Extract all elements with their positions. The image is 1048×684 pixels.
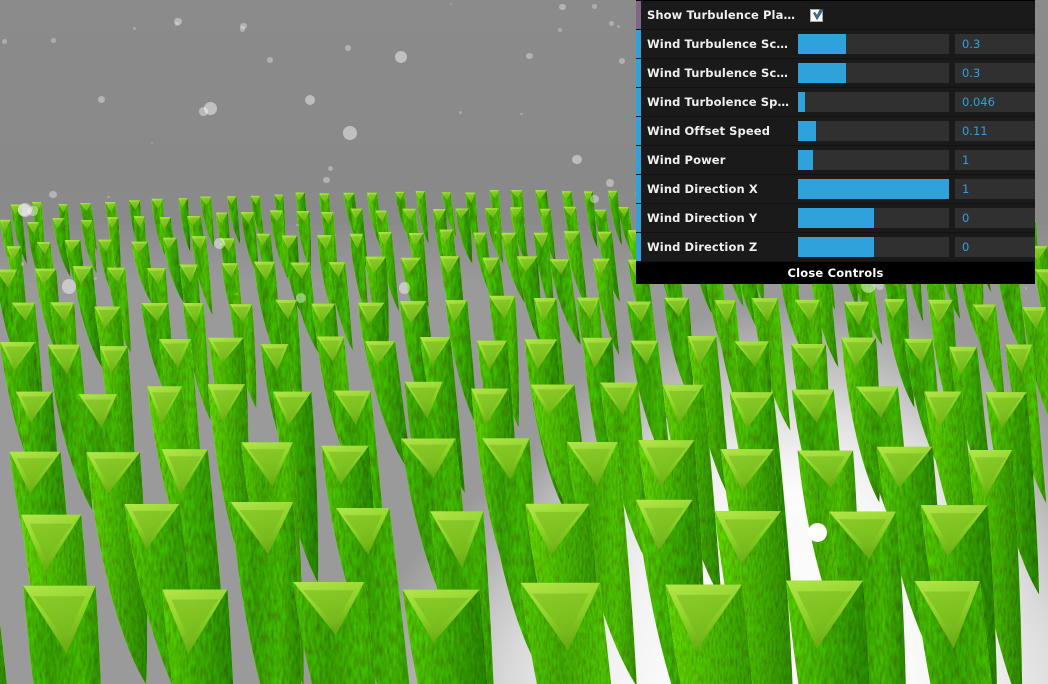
slider-track[interactable] bbox=[798, 121, 949, 141]
row-marker bbox=[636, 1, 641, 29]
row-wind-turbulence-scale-x[interactable]: Wind Turbulence Scale X 0.3 bbox=[636, 30, 1035, 59]
row-wind-direction-x[interactable]: Wind Direction X 1 bbox=[636, 175, 1035, 204]
slider-fill bbox=[798, 121, 817, 141]
slider-fill bbox=[798, 92, 805, 112]
slider-label: Wind Direction X bbox=[647, 182, 758, 196]
grass-blade bbox=[786, 580, 870, 684]
slider-fill bbox=[798, 63, 847, 83]
application-window: Show Turbulence Plane Wind Turbulence Sc… bbox=[0, 0, 1048, 684]
row-wind-direction-y[interactable]: Wind Direction Y 0 bbox=[636, 204, 1035, 233]
grass-blade bbox=[178, 198, 191, 252]
slider-value[interactable]: 0.3 bbox=[954, 63, 1035, 83]
row-marker bbox=[636, 59, 641, 87]
grass-blade bbox=[402, 589, 488, 684]
controls-panel[interactable]: Show Turbulence Plane Wind Turbulence Sc… bbox=[636, 0, 1035, 284]
row-marker bbox=[636, 146, 641, 174]
row-wind-offset-speed[interactable]: Wind Offset Speed 0.11 bbox=[636, 117, 1035, 146]
slider-rows-container: Wind Turbulence Scale X 0.3 Wind Turbulenc… bbox=[636, 30, 1035, 262]
row-marker bbox=[636, 233, 641, 261]
grass-blade bbox=[583, 191, 598, 249]
slider-value[interactable]: 1 bbox=[954, 150, 1035, 170]
slider-fill bbox=[798, 179, 949, 199]
slider-label: Wind Offset Speed bbox=[647, 124, 771, 138]
slider-track[interactable] bbox=[798, 34, 949, 54]
slider-track[interactable] bbox=[798, 150, 949, 170]
slider-label: Wind Power bbox=[647, 153, 726, 167]
row-marker bbox=[636, 88, 641, 116]
slider-label: Wind Direction Z bbox=[647, 240, 758, 254]
slider-label: Wind Turbulence Scale Y bbox=[647, 66, 794, 80]
checkbox-checked-icon[interactable] bbox=[810, 8, 824, 22]
slider-label: Wind Turbolence Speed bbox=[647, 95, 794, 109]
row-marker bbox=[636, 175, 641, 203]
grass-blade bbox=[162, 589, 234, 684]
slider-track[interactable] bbox=[798, 92, 949, 112]
grass-blade bbox=[0, 623, 7, 684]
slider-track[interactable] bbox=[798, 237, 949, 257]
grass-blade bbox=[230, 501, 301, 684]
slider-value[interactable]: 0.11 bbox=[954, 121, 1035, 141]
row-show-turbulence-plane[interactable]: Show Turbulence Plane bbox=[636, 1, 1035, 30]
slider-fill bbox=[798, 150, 814, 170]
slider-value[interactable]: 0.3 bbox=[954, 34, 1035, 54]
close-controls-button[interactable]: Close Controls bbox=[636, 262, 1035, 284]
row-wind-power[interactable]: Wind Power 1 bbox=[636, 146, 1035, 175]
row-marker bbox=[636, 204, 641, 232]
grass-blade bbox=[23, 585, 101, 684]
slider-fill bbox=[798, 237, 874, 257]
slider-fill bbox=[798, 208, 874, 228]
slider-track[interactable] bbox=[798, 63, 949, 83]
slider-track[interactable] bbox=[798, 179, 949, 199]
slider-value[interactable]: 0.046 bbox=[954, 92, 1035, 112]
slider-value[interactable]: 0 bbox=[954, 208, 1035, 228]
row-wind-direction-z[interactable]: Wind Direction Z 0 bbox=[636, 233, 1035, 262]
slider-value[interactable]: 0 bbox=[954, 237, 1035, 257]
slider-track[interactable] bbox=[798, 208, 949, 228]
slider-label: Wind Direction Y bbox=[647, 211, 758, 225]
slider-fill bbox=[798, 34, 847, 54]
row-marker bbox=[636, 30, 641, 58]
row-wind-turbulence-scale-y[interactable]: Wind Turbulence Scale Y 0.3 bbox=[636, 59, 1035, 88]
slider-value[interactable]: 1 bbox=[954, 179, 1035, 199]
slider-label: Wind Turbulence Scale X bbox=[647, 37, 794, 51]
controls-rows: Show Turbulence Plane Wind Turbulence Sc… bbox=[636, 1, 1035, 262]
label-show-turbulence-plane: Show Turbulence Plane bbox=[647, 8, 797, 22]
row-marker bbox=[636, 117, 641, 145]
row-wind-turbolence-speed[interactable]: Wind Turbolence Speed 0.046 bbox=[636, 88, 1035, 117]
